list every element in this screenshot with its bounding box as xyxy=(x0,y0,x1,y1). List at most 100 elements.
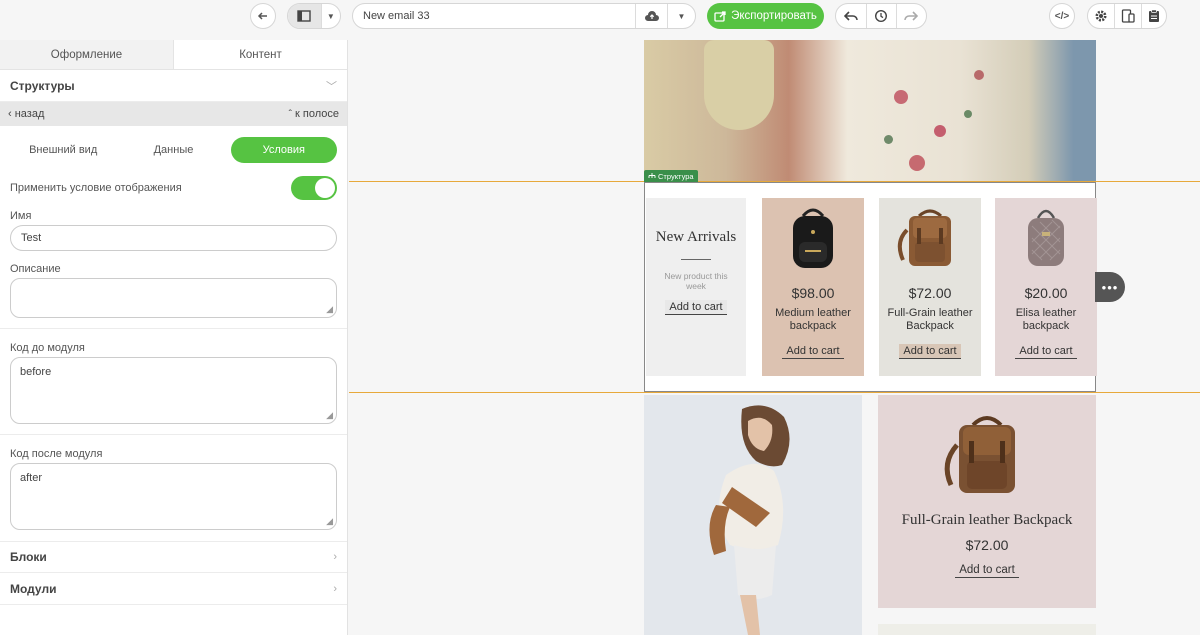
top-toolbar: ▼ New email 33 ▼ Экспортировать </> xyxy=(0,0,1200,32)
resize-grip-icon[interactable]: ◢ xyxy=(326,304,333,315)
tools-group xyxy=(1087,3,1167,29)
add-to-cart-button[interactable]: Add to cart xyxy=(782,344,844,359)
chevron-right-icon: › xyxy=(333,582,337,595)
modules-title: Модули xyxy=(10,581,57,596)
layout-toggle[interactable]: ▼ xyxy=(287,3,341,29)
product-image xyxy=(879,198,981,276)
code-view-button[interactable]: </> xyxy=(1049,3,1075,29)
product-price: $72.00 xyxy=(908,285,952,301)
description-label: Описание xyxy=(10,263,61,275)
cloud-upload-icon xyxy=(644,11,659,21)
subtab-data[interactable]: Данные xyxy=(120,137,226,163)
chevron-right-icon: › xyxy=(333,551,337,563)
product-name: Elisa leather backpack xyxy=(1015,307,1077,332)
undo-icon xyxy=(844,11,858,21)
redo-icon xyxy=(904,11,919,21)
modules-section[interactable]: Модули › xyxy=(0,573,347,605)
product-card: $20.00 Elisa leather backpack Add to car… xyxy=(995,198,1097,376)
product-card: $72.00 Full-Grain leather Backpack Add t… xyxy=(879,198,981,376)
selected-structure[interactable]: New Arrivals New product this week Add t… xyxy=(644,182,1097,392)
save-dropdown-button[interactable]: ▼ xyxy=(667,4,695,28)
back-link[interactable]: ‹ назад xyxy=(8,108,44,120)
structure-icon xyxy=(648,172,656,178)
to-strip-link[interactable]: ˆ к полосе xyxy=(289,108,339,120)
code-before-label: Код до модуля xyxy=(10,342,85,354)
add-to-cart-button[interactable]: Add to cart xyxy=(665,300,727,315)
export-button[interactable]: Экспортировать xyxy=(707,3,824,29)
clipboard-icon xyxy=(1148,9,1159,22)
tab-design[interactable]: Оформление xyxy=(0,40,174,69)
resize-grip-icon[interactable]: ◢ xyxy=(326,410,333,421)
structure-guide-bottom xyxy=(349,392,1200,393)
featured-product-price: $72.00 xyxy=(965,537,1009,553)
chevron-up-icon: ˆ xyxy=(288,109,292,120)
next-block-preview xyxy=(878,624,1096,635)
clipboard-button[interactable] xyxy=(1140,4,1166,28)
arrow-left-icon xyxy=(257,12,267,20)
layout-button[interactable] xyxy=(288,4,321,28)
model-photo[interactable] xyxy=(644,395,862,635)
subtab-appearance[interactable]: Внешний вид xyxy=(10,137,116,163)
hero-fashion-image[interactable] xyxy=(644,40,1096,181)
subtab-conditions[interactable]: Условия xyxy=(230,137,337,163)
panel-tabs: Оформление Контент xyxy=(0,40,347,70)
blocks-section[interactable]: Блоки › xyxy=(0,541,347,573)
save-cloud-button[interactable] xyxy=(635,4,667,28)
new-arrivals-subtitle: New product this week xyxy=(664,271,728,291)
subtabs: Внешний вид Данные Условия xyxy=(0,126,347,174)
product-price: $98.00 xyxy=(791,285,835,301)
apply-condition-toggle[interactable] xyxy=(291,176,337,200)
more-dots-icon: ••• xyxy=(1101,279,1119,295)
settings-panel: Оформление Контент Структуры ﹀ ‹ назад ˆ… xyxy=(0,40,348,635)
layout-dropdown-button[interactable]: ▼ xyxy=(320,4,340,28)
description-textarea[interactable]: ◢ xyxy=(10,278,337,318)
more-options-button[interactable]: ••• xyxy=(1095,272,1125,302)
brown-backpack-icon xyxy=(897,209,951,266)
device-preview-button[interactable] xyxy=(1114,4,1140,28)
to-strip-label: к полосе xyxy=(295,108,339,120)
black-backpack-icon xyxy=(793,208,833,268)
featured-product-name: Full-Grain leather Backpack xyxy=(901,512,1073,528)
product-card: $98.00 Medium leather backpack Add to ca… xyxy=(762,198,864,376)
add-to-cart-button[interactable]: Add to cart xyxy=(899,344,961,359)
divider xyxy=(681,259,711,260)
chevron-left-icon: ‹ xyxy=(8,108,12,120)
devices-icon xyxy=(1121,9,1135,23)
brown-backpack-icon xyxy=(944,416,1015,493)
undo-button[interactable] xyxy=(836,4,866,28)
model-image xyxy=(709,405,790,635)
code-before-textarea[interactable]: before ◢ xyxy=(10,357,337,424)
apply-condition-row: Применить условие отображения xyxy=(0,174,347,202)
email-title-text[interactable]: New email 33 xyxy=(353,4,635,28)
product-image xyxy=(995,198,1097,276)
structure-tag[interactable]: Структура xyxy=(644,170,698,182)
name-input[interactable]: Test xyxy=(10,225,337,251)
add-to-cart-button[interactable]: Add to cart xyxy=(1015,344,1077,359)
code-icon: </> xyxy=(1054,10,1070,22)
back-label: назад xyxy=(14,108,45,120)
tab-content[interactable]: Контент xyxy=(174,40,347,69)
back-row: ‹ назад ˆ к полосе xyxy=(0,102,347,126)
product-image xyxy=(762,198,864,276)
export-icon xyxy=(714,11,726,22)
export-label: Экспортировать xyxy=(731,10,817,22)
blocks-title: Блоки xyxy=(10,550,47,564)
layout-icon xyxy=(297,10,312,22)
email-title-field[interactable]: New email 33 ▼ xyxy=(352,3,696,29)
resize-grip-icon[interactable]: ◢ xyxy=(326,516,333,527)
back-arrow-button[interactable] xyxy=(250,3,276,29)
add-to-cart-button[interactable]: Add to cart xyxy=(955,563,1019,578)
code-after-label: Код после модуля xyxy=(10,448,103,460)
intro-card: New Arrivals New product this week Add t… xyxy=(646,198,746,376)
settings-button[interactable] xyxy=(1088,4,1114,28)
code-after-textarea[interactable]: after ◢ xyxy=(10,463,337,530)
caret-down-icon: ▼ xyxy=(677,11,686,21)
history-icon xyxy=(875,9,888,23)
product-name: Full-Grain leather Backpack xyxy=(887,307,973,332)
code-before-text: before xyxy=(20,366,52,378)
structure-tag-label: Структура xyxy=(658,171,694,181)
redo-button[interactable] xyxy=(895,4,926,28)
structures-section[interactable]: Структуры ﹀ xyxy=(0,70,347,102)
history-button[interactable] xyxy=(866,4,895,28)
caret-down-icon: ▼ xyxy=(326,11,335,21)
